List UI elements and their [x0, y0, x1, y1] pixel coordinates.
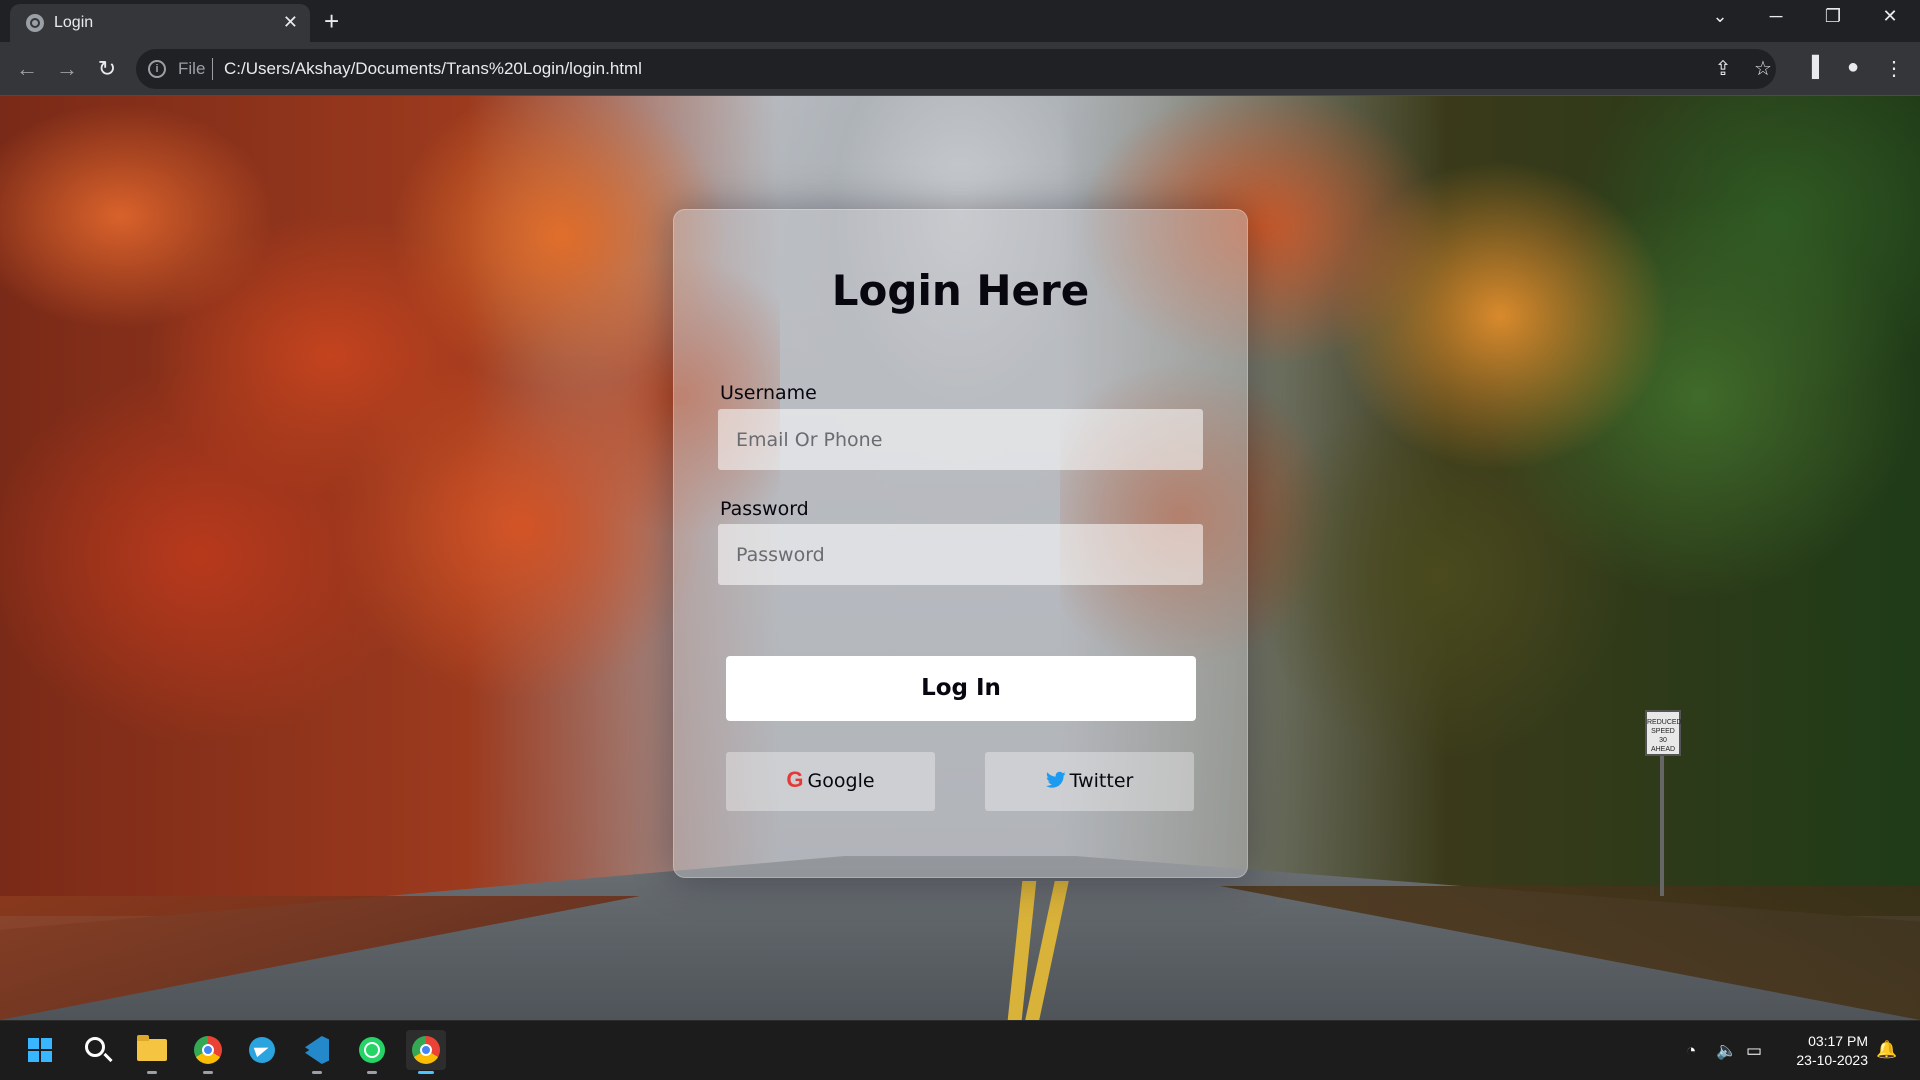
windows-logo-icon — [28, 1038, 52, 1062]
taskbar-chrome[interactable] — [188, 1030, 228, 1074]
whatsapp-icon — [359, 1037, 385, 1063]
google-button[interactable]: G Google — [726, 752, 935, 811]
search-icon — [85, 1037, 105, 1057]
sign-pole — [1660, 756, 1664, 896]
taskbar: ◔ 🔈 ▭ 03:17 PM 23-10-2023 🔔 — [0, 1020, 1920, 1080]
taskbar-whatsapp[interactable] — [352, 1030, 392, 1074]
taskbar-chrome-active[interactable] — [406, 1030, 446, 1074]
running-indicator — [312, 1071, 322, 1074]
folder-icon — [137, 1035, 167, 1061]
username-input[interactable] — [718, 409, 1203, 470]
active-indicator — [418, 1071, 434, 1074]
twitter-bird-icon — [1045, 771, 1066, 788]
scheme-label: File — [178, 59, 206, 78]
page-title: Login Here — [831, 266, 1090, 315]
more-menu-icon[interactable]: ⋮ — [1880, 56, 1908, 81]
chrome-icon — [412, 1036, 440, 1064]
vscode-icon — [305, 1036, 329, 1064]
speed-sign: REDUCED SPEED 30 AHEAD — [1645, 710, 1682, 756]
running-indicator — [367, 1071, 377, 1074]
windows-start-button[interactable] — [20, 1030, 60, 1070]
address-separator — [212, 58, 213, 80]
system-clock[interactable]: 03:17 PM 23-10-2023 — [1780, 1032, 1868, 1070]
taskbar-file-explorer[interactable] — [132, 1030, 172, 1074]
taskbar-telegram[interactable] — [242, 1030, 282, 1070]
tab-title: Login — [54, 14, 94, 31]
password-input[interactable] — [718, 524, 1203, 585]
address-bar[interactable]: i File C:/Users/Akshay/Documents/Trans%2… — [136, 49, 1776, 89]
back-arrow-icon[interactable]: ← — [12, 54, 42, 84]
telegram-icon — [249, 1037, 275, 1063]
globe-icon — [26, 14, 44, 32]
minimize-window-icon[interactable]: ─ — [1756, 6, 1796, 27]
username-label: Username — [720, 382, 817, 404]
taskbar-search-button[interactable] — [76, 1030, 116, 1070]
google-icon: G — [786, 767, 804, 792]
profile-icon[interactable]: ● — [1839, 56, 1867, 79]
forward-arrow-icon[interactable]: → — [52, 54, 82, 84]
volume-icon[interactable]: 🔈 — [1716, 1041, 1737, 1061]
clock-time: 03:17 PM — [1808, 1033, 1868, 1049]
chrome-icon — [194, 1036, 222, 1064]
autumn-trees-left-image — [0, 96, 780, 916]
notification-bell-icon[interactable]: 🔔 — [1876, 1040, 1897, 1060]
password-label: Password — [720, 498, 809, 520]
google-button-label: Google — [807, 770, 875, 792]
close-tab-icon[interactable]: ✕ — [283, 12, 298, 32]
site-info-icon[interactable]: i — [148, 60, 166, 78]
page-viewport: REDUCED SPEED 30 AHEAD Login Here Userna… — [0, 96, 1920, 1020]
login-card: Login Here Username Password Log In GGoo… — [673, 209, 1248, 878]
new-tab-button[interactable]: + — [324, 8, 339, 34]
url-text[interactable]: C:/Users/Akshay/Documents/Trans%20Login/… — [224, 59, 642, 79]
wifi-icon[interactable]: ◔ — [1686, 1041, 1696, 1061]
login-button[interactable]: Log In — [726, 656, 1196, 721]
reload-icon[interactable]: ↻ — [92, 54, 122, 84]
tab-login[interactable]: Login ✕ — [10, 4, 310, 42]
clock-date: 23-10-2023 — [1796, 1052, 1868, 1068]
twitter-button-label: Twitter — [1069, 770, 1134, 792]
share-icon[interactable]: ⇪ — [1709, 56, 1737, 81]
running-indicator — [147, 1071, 157, 1074]
bookmark-star-icon[interactable]: ☆ — [1749, 56, 1777, 81]
browser-toolbar: ← → ↻ i File C:/Users/Akshay/Documents/T… — [0, 42, 1920, 96]
taskbar-vscode[interactable] — [297, 1030, 337, 1074]
browser-tab-strip: Login ✕ + ⌄ ─ ❐ ✕ — [0, 0, 1920, 42]
close-window-icon[interactable]: ✕ — [1870, 6, 1910, 27]
running-indicator — [203, 1071, 213, 1074]
restore-window-icon[interactable]: ❐ — [1813, 6, 1853, 27]
side-panel-icon[interactable]: ▐ — [1798, 56, 1826, 79]
battery-icon[interactable]: ▭ — [1746, 1041, 1762, 1061]
twitter-button[interactable]: Twitter — [985, 752, 1194, 811]
tab-search-chevron-icon[interactable]: ⌄ — [1700, 6, 1740, 27]
